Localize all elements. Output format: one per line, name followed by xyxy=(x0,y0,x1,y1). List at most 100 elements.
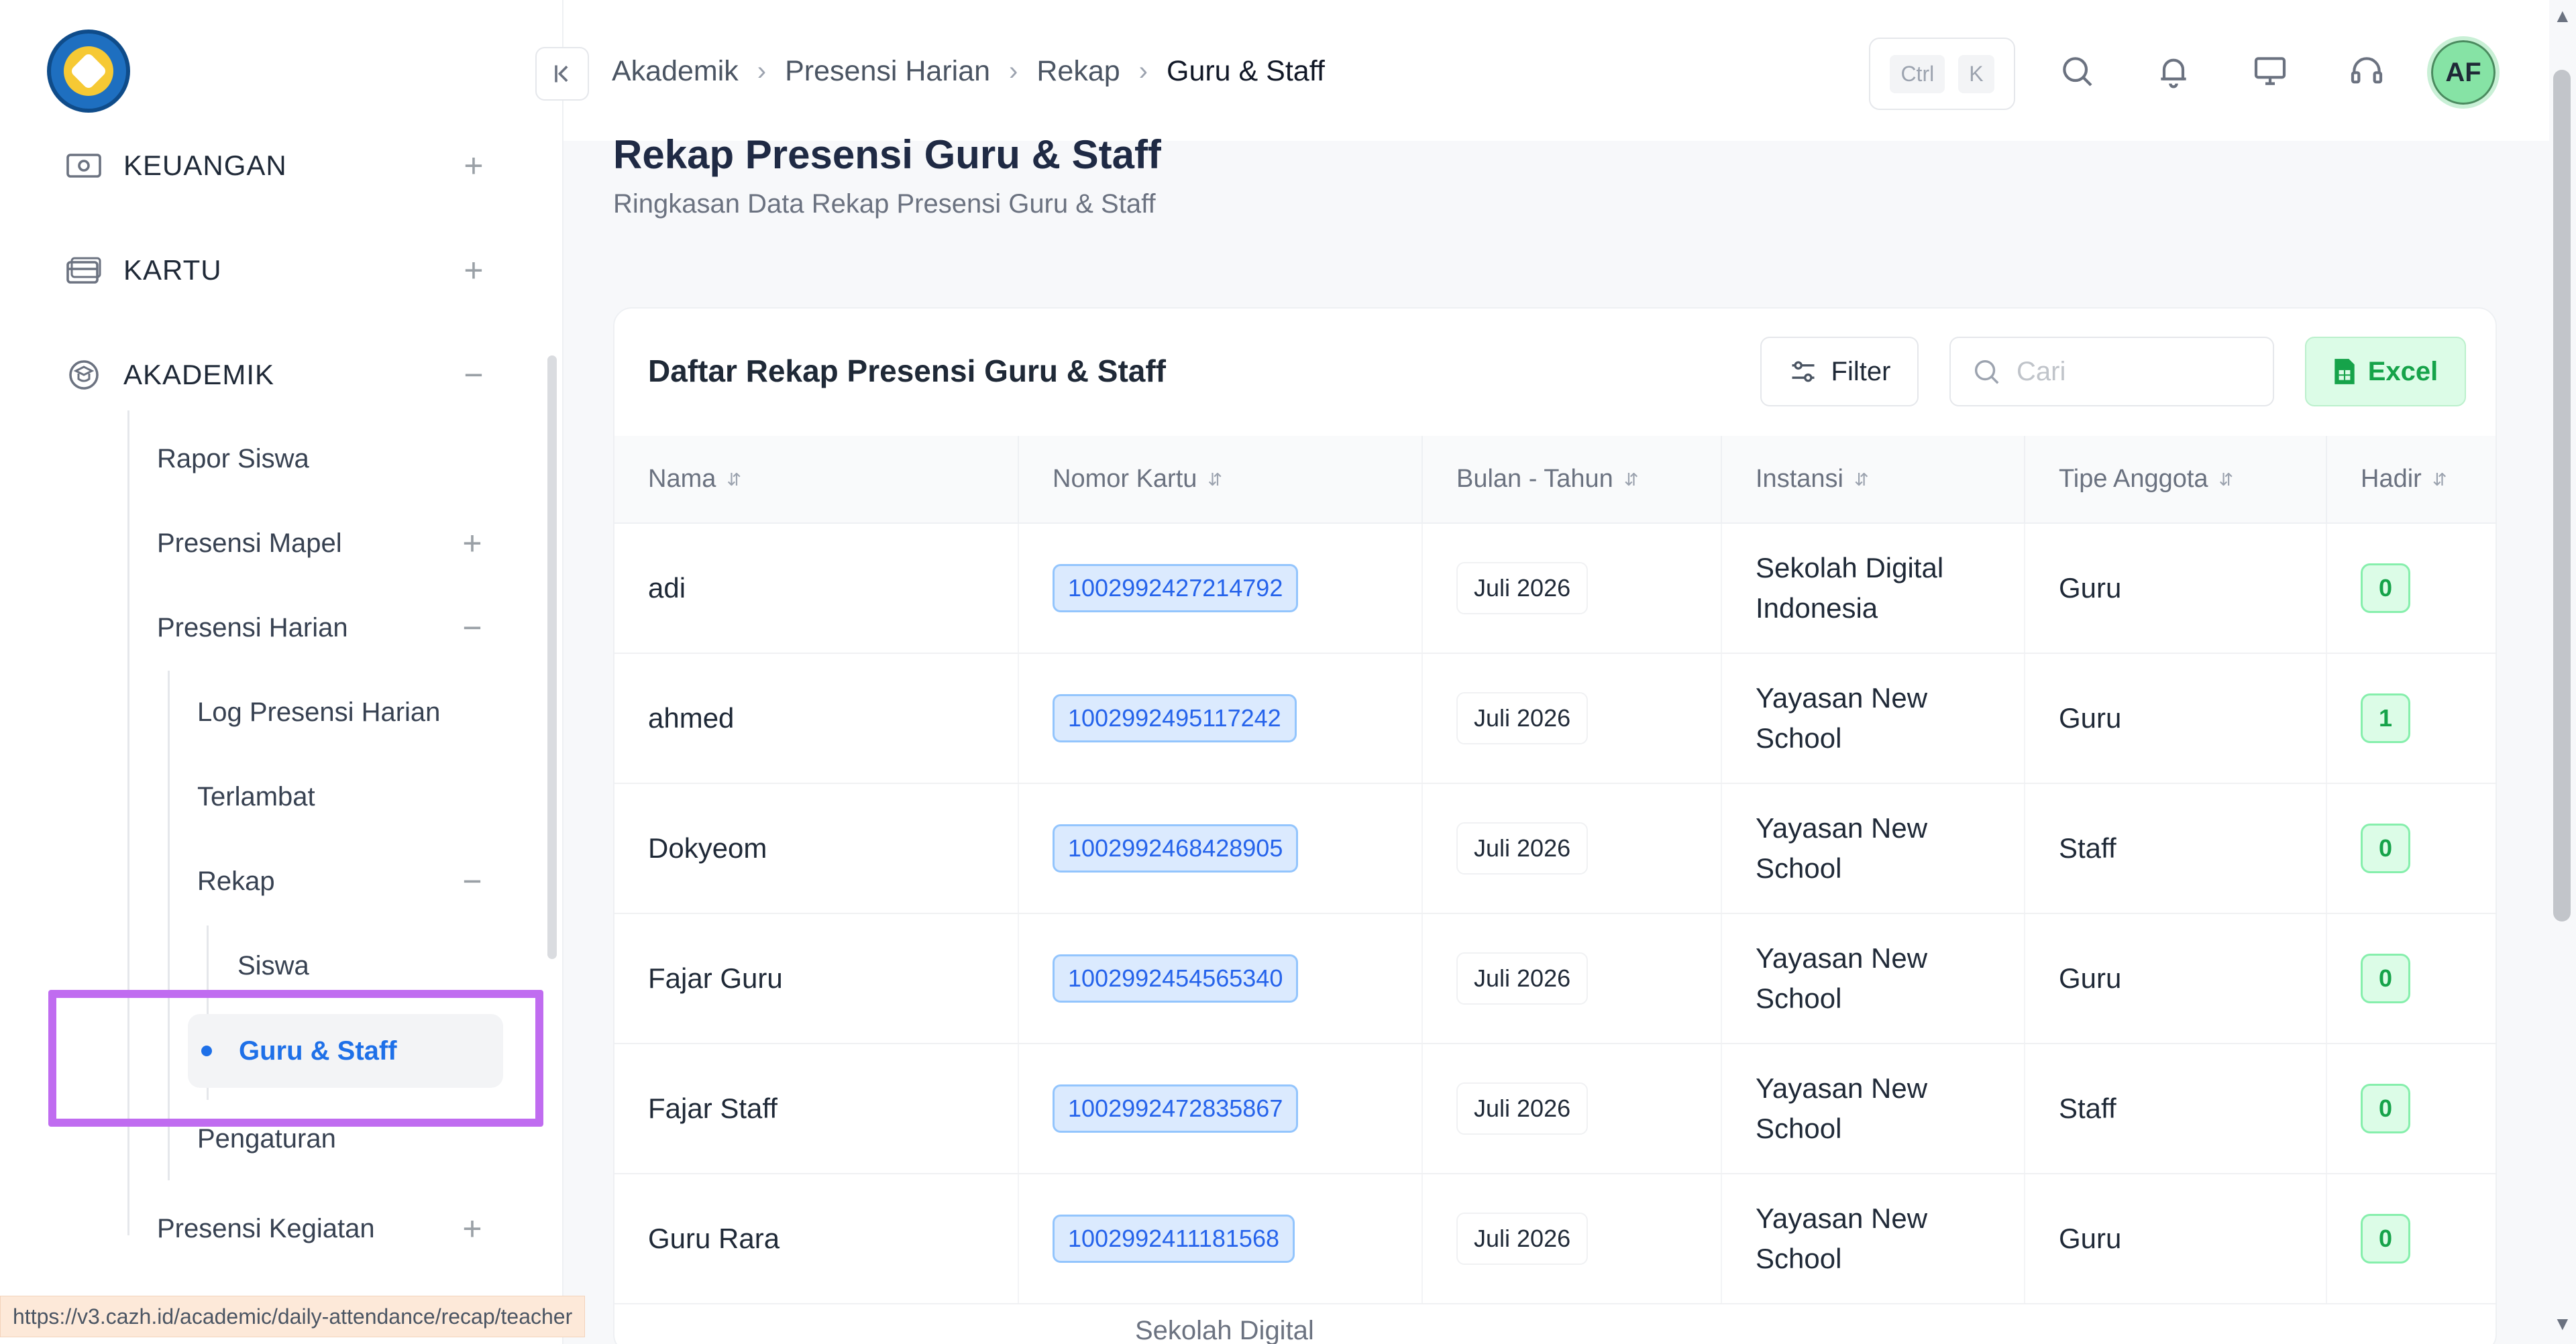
search-icon xyxy=(1974,359,1999,384)
cell-hadir: 0 xyxy=(2326,913,2496,1044)
collapse-icon[interactable]: − xyxy=(453,355,494,394)
chevron-right-icon: › xyxy=(1138,56,1148,86)
sidebar-item-presensi-mapel[interactable]: Presensi Mapel + xyxy=(157,516,492,570)
card-number-badge: 1002992454565340 xyxy=(1053,954,1299,1003)
sidebar-item-log-presensi-harian[interactable]: Log Presensi Harian xyxy=(197,685,492,739)
headset-icon[interactable] xyxy=(2343,47,2391,95)
sort-icon[interactable]: ⇵ xyxy=(1854,469,1869,490)
scroll-up-icon[interactable]: ▲ xyxy=(2553,5,2572,27)
cell-nomor-kartu: 1002992472835867 xyxy=(1018,1044,1423,1174)
sidebar-item-presensi-harian[interactable]: Presensi Harian − xyxy=(157,601,492,655)
sort-icon[interactable]: ⇵ xyxy=(727,469,741,490)
instansi-line: Yayasan New xyxy=(1756,1072,1928,1104)
collapse-icon[interactable]: − xyxy=(452,608,492,647)
card-number-badge: 1002992427214792 xyxy=(1053,564,1299,612)
expand-icon[interactable]: + xyxy=(453,251,494,290)
filter-button[interactable]: Filter xyxy=(1760,337,1919,406)
column-header-nama[interactable]: Nama ⇵ xyxy=(614,436,1019,524)
table-row[interactable]: Dokyeom 1002992468428905 Juli 2026 Yayas… xyxy=(614,783,2496,914)
cell-nama: ahmed xyxy=(614,653,1019,784)
instansi-line: Indonesia xyxy=(1756,592,1878,624)
sidebar-item-siswa[interactable]: Siswa xyxy=(237,939,492,993)
breadcrumb-item[interactable]: Rekap xyxy=(1036,55,1120,88)
user-avatar[interactable]: AF xyxy=(2427,36,2500,109)
sort-icon[interactable]: ⇵ xyxy=(2432,469,2447,490)
card-number-badge: 1002992472835867 xyxy=(1053,1084,1299,1133)
instansi-line: School xyxy=(1756,1113,1842,1144)
table-row[interactable]: adi 1002992427214792 Juli 2026 Sekolah D… xyxy=(614,523,2496,654)
column-header-bulan-tahun[interactable]: Bulan - Tahun ⇵ xyxy=(1422,436,1722,524)
app-logo[interactable] xyxy=(47,30,130,113)
month-badge: Juli 2026 xyxy=(1456,1082,1589,1135)
month-badge: Juli 2026 xyxy=(1456,952,1589,1005)
table-row[interactable]: Fajar Staff 1002992472835867 Juli 2026 Y… xyxy=(614,1044,2496,1174)
breadcrumb-item[interactable]: Akademik xyxy=(612,55,739,88)
page-scrollbar-thumb[interactable] xyxy=(2553,70,2571,921)
sidebar-item-label: Rapor Siswa xyxy=(157,443,309,473)
sidebar-section-label: AKADEMIK xyxy=(123,359,275,390)
sidebar-scrollbar[interactable] xyxy=(547,355,557,959)
sidebar-item-label: Presensi Kegiatan xyxy=(157,1213,375,1243)
instansi-line: School xyxy=(1756,983,1842,1014)
collapse-icon[interactable]: − xyxy=(452,862,492,901)
hadir-badge: 0 xyxy=(2361,563,2410,613)
sidebar-section-keuangan[interactable]: KEUANGAN + xyxy=(64,135,494,196)
scroll-down-icon[interactable]: ▼ xyxy=(2553,1313,2572,1335)
cell-tipe-anggota: Guru xyxy=(2025,523,2327,654)
table-row[interactable]: Fajar Guru 1002992454565340 Juli 2026 Ya… xyxy=(614,913,2496,1044)
expand-icon[interactable]: + xyxy=(453,146,494,185)
card-title: Daftar Rekap Presensi Guru & Staff xyxy=(648,353,1167,388)
monitor-icon[interactable] xyxy=(2246,47,2294,95)
sidebar-section-akademik[interactable]: AKADEMIK − xyxy=(64,345,494,405)
sort-icon[interactable]: ⇵ xyxy=(2219,469,2234,490)
wallet-icon xyxy=(64,150,103,182)
kbd-k: K xyxy=(1958,54,1994,93)
search-box[interactable] xyxy=(1949,337,2274,406)
cell-nama: adi xyxy=(614,523,1019,654)
expand-icon[interactable]: + xyxy=(452,1209,492,1248)
sidebar-item-presensi-kegiatan[interactable]: Presensi Kegiatan + xyxy=(157,1202,492,1255)
logo-core xyxy=(69,52,108,91)
column-label: Nomor Kartu xyxy=(1053,465,1197,493)
cell-tipe-anggota: Guru xyxy=(2025,1174,2327,1304)
status-bar-url: https://v3.cazh.id/academic/daily-attend… xyxy=(0,1296,586,1337)
breadcrumb-item[interactable]: Presensi Harian xyxy=(785,55,990,88)
table-row[interactable]: Guru Rara 1002992411181568 Juli 2026 Yay… xyxy=(614,1174,2496,1304)
cell-bulan-tahun: Juli 2026 xyxy=(1422,653,1722,784)
search-input[interactable] xyxy=(2017,356,2258,387)
table-header-row: Nama ⇵ Nomor Kartu ⇵ Bulan - Tahun ⇵ Instan… xyxy=(614,436,2496,524)
cell-nomor-kartu: 1002992495117242 xyxy=(1018,653,1423,784)
cell-tipe-anggota: Guru xyxy=(2025,653,2327,784)
instansi-line: Yayasan New xyxy=(1756,942,1928,974)
column-header-tipe-anggota[interactable]: Tipe Anggota ⇵ xyxy=(2025,436,2327,524)
sidebar-item-label: Presensi Harian xyxy=(157,612,348,642)
cell-nomor-kartu: 1002992427214792 xyxy=(1018,523,1423,654)
cell-nama: Guru Rara xyxy=(614,1174,1019,1304)
collapse-sidebar-button[interactable] xyxy=(535,47,589,101)
chevron-right-icon: › xyxy=(1009,56,1018,86)
sidebar-item-rekap[interactable]: Rekap − xyxy=(197,854,492,908)
table-row[interactable]: ahmed 1002992495117242 Juli 2026 Yayasan… xyxy=(614,653,2496,784)
sidebar-item-terlambat[interactable]: Terlambat xyxy=(197,770,492,824)
cell-hadir: 0 xyxy=(2326,1174,2496,1304)
command-palette-shortcut[interactable]: Ctrl K xyxy=(1869,38,2015,110)
sidebar-item-rapor-siswa[interactable]: Rapor Siswa xyxy=(157,432,492,486)
bell-icon[interactable] xyxy=(2149,47,2198,95)
export-excel-button[interactable]: Excel xyxy=(2305,337,2466,406)
cell-bulan-tahun: Juli 2026 xyxy=(1422,913,1722,1044)
column-header-instansi[interactable]: Instansi ⇵ xyxy=(1721,436,2025,524)
sidebar-section-kartu[interactable]: KARTU + xyxy=(64,240,494,300)
column-header-hadir[interactable]: Hadir ⇵ xyxy=(2326,436,2496,524)
sidebar-item-pengaturan[interactable]: Pengaturan xyxy=(197,1112,492,1166)
expand-icon[interactable]: + xyxy=(452,524,492,563)
sort-icon[interactable]: ⇵ xyxy=(1624,469,1639,490)
cell-hadir: 0 xyxy=(2326,1044,2496,1174)
card-number-badge: 1002992411181568 xyxy=(1053,1215,1295,1263)
sort-icon[interactable]: ⇵ xyxy=(1208,469,1222,490)
cell-instansi: Yayasan New School xyxy=(1721,783,2025,914)
cell-nama: Fajar Guru xyxy=(614,913,1019,1044)
filter-label: Filter xyxy=(1831,356,1891,386)
cell-instansi: Yayasan New School xyxy=(1721,1174,2025,1304)
search-icon[interactable] xyxy=(2053,47,2101,95)
column-header-nomor-kartu[interactable]: Nomor Kartu ⇵ xyxy=(1018,436,1423,524)
